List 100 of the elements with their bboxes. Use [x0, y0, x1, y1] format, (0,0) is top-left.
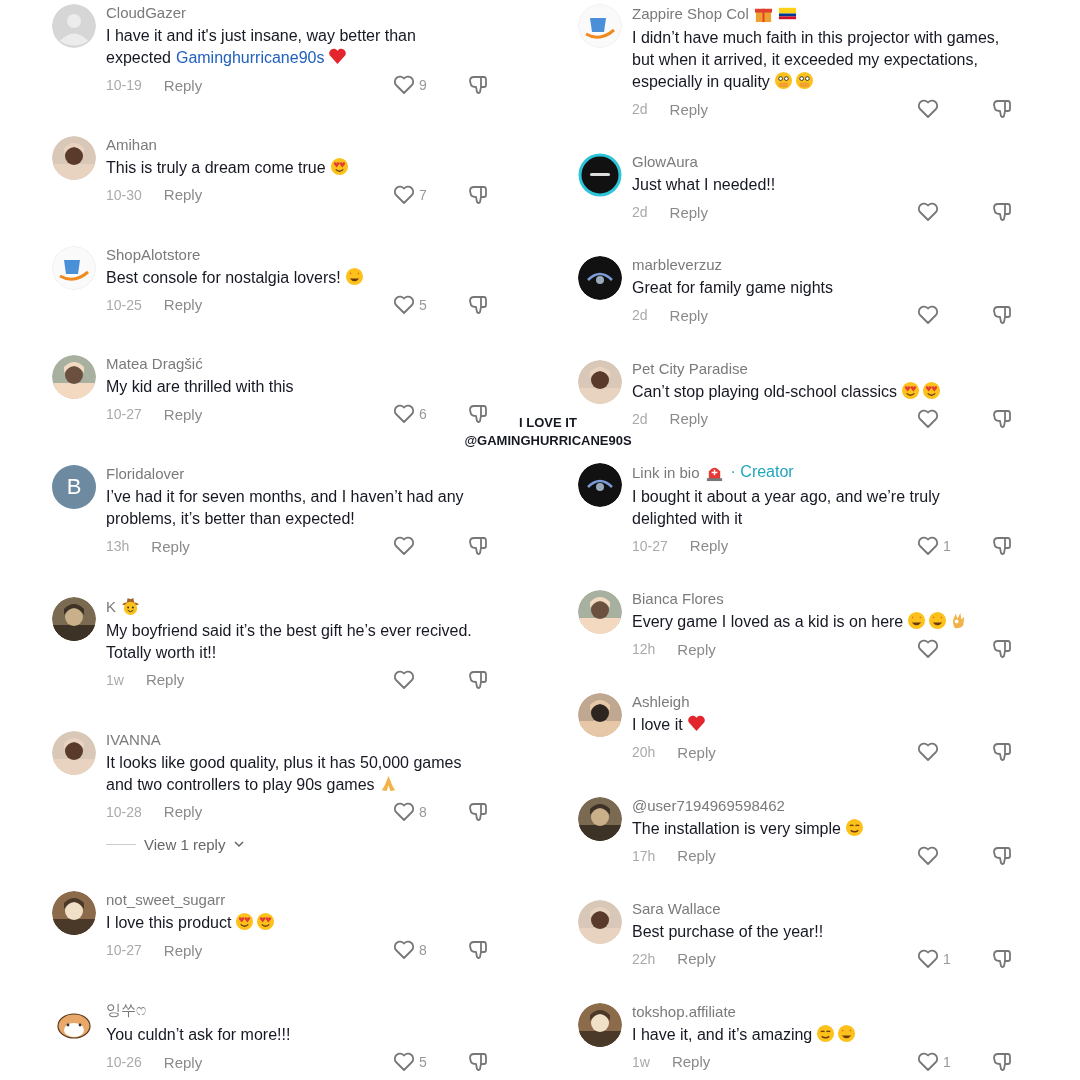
- timestamp: 1w: [106, 671, 124, 688]
- username[interactable]: @user7194969598462: [632, 796, 785, 814]
- reply-button[interactable]: Reply: [163, 405, 203, 423]
- reply-button[interactable]: Reply: [163, 941, 203, 959]
- dislike-icon[interactable]: [466, 534, 490, 558]
- reply-button[interactable]: Reply: [689, 537, 729, 555]
- heart-eyes-face-icon: [235, 912, 255, 932]
- comment-text: Great for family game nights: [632, 278, 834, 299]
- timestamp: 2d: [632, 410, 648, 427]
- like-count: 5: [419, 1054, 427, 1070]
- heart-eyes-face-icon: [256, 912, 276, 932]
- reply-button[interactable]: Reply: [669, 410, 708, 428]
- username[interactable]: tokshop.affiliate: [632, 1002, 736, 1020]
- reply-button[interactable]: Reply: [151, 537, 190, 555]
- username[interactable]: Ashleigh: [632, 693, 690, 711]
- comment-text: Every game I loved as a kid is on here: [632, 611, 1002, 634]
- dislike-icon[interactable]: [466, 73, 490, 97]
- reply-button[interactable]: Reply: [677, 743, 716, 761]
- reply-button[interactable]: Reply: [163, 1053, 203, 1071]
- timestamp: 10-27: [632, 537, 668, 554]
- username[interactable]: Bianca Flores: [632, 590, 724, 608]
- comment-text: This is truly a dream come true: [106, 156, 490, 179]
- username[interactable]: Zappire Shop Col: [632, 5, 749, 22]
- reply-button[interactable]: Reply: [669, 306, 708, 324]
- logo-icon[interactable]: [578, 462, 622, 507]
- like-count: 9: [419, 77, 427, 93]
- timestamp: 1w: [632, 1053, 650, 1070]
- avatar[interactable]: B: [52, 465, 96, 509]
- comment-text: My kid are thrilled with this: [106, 377, 295, 398]
- username[interactable]: GlowAura: [632, 153, 698, 171]
- reply-button[interactable]: Reply: [145, 671, 185, 689]
- heart-icon: [686, 714, 706, 734]
- timestamp: 20h: [632, 744, 656, 761]
- logo-icon[interactable]: [578, 256, 622, 301]
- username[interactable]: not_sweet_sugarr: [106, 891, 226, 909]
- reply-button[interactable]: Reply: [163, 186, 203, 204]
- comment-text: Just what I needed!!: [632, 175, 777, 196]
- chevron-down-icon: [233, 838, 246, 850]
- reply-button[interactable]: Reply: [677, 847, 716, 865]
- reply-button[interactable]: Reply: [669, 203, 708, 221]
- username[interactable]: marbleverzuz: [632, 256, 723, 274]
- timestamp: 10-27: [106, 406, 142, 423]
- like-count: 6: [419, 406, 427, 423]
- mention-link[interactable]: Gaminghurricane90s: [175, 49, 325, 66]
- heart-icon: [328, 47, 348, 66]
- like-count: 8: [419, 942, 427, 959]
- timestamp: 10-30: [106, 186, 142, 203]
- heart-icon[interactable]: [392, 534, 416, 558]
- heart-icon[interactable]: [916, 97, 940, 121]
- reply-button[interactable]: Reply: [163, 803, 203, 820]
- timestamp: 22h: [632, 950, 656, 967]
- reply-button[interactable]: Reply: [163, 76, 203, 94]
- caption-text: I LOVE IT: [519, 414, 577, 432]
- comment-text: Best console for nostalgia lovers!: [106, 266, 490, 289]
- reply-button[interactable]: Reply: [671, 1053, 711, 1071]
- username[interactable]: Floridalover: [106, 465, 185, 482]
- reply-button[interactable]: Reply: [669, 100, 708, 118]
- username[interactable]: Matea Dragšić: [106, 355, 203, 373]
- timestamp: 10-27: [106, 942, 142, 959]
- comment-text: Can’t stop playing old-school classics: [632, 380, 1002, 403]
- logo-icon[interactable]: [578, 153, 622, 198]
- timestamp: 10-26: [106, 1054, 142, 1070]
- timestamp: 12h: [632, 641, 656, 658]
- reply-button[interactable]: Reply: [163, 296, 203, 313]
- comment-text: I have it and it's just insane, way better than expected Gaminghurricane90s: [106, 26, 417, 68]
- username[interactable]: Amihan: [106, 135, 157, 153]
- reply-button[interactable]: Reply: [677, 640, 716, 658]
- comment-text: I bought it about a year ago, and we’re truly delighted with it: [632, 486, 941, 529]
- comment-text: It looks like good quality, plus it has 50,000 games and two controllers to play 90s games: [106, 752, 463, 795]
- reply-button[interactable]: Reply: [677, 950, 716, 968]
- username[interactable]: Pet City Paradise: [632, 359, 748, 377]
- heart-icon[interactable]: [392, 1050, 416, 1074]
- caption-text: @GAMINGHURRICANE90S: [464, 432, 632, 450]
- like-count: 5: [419, 296, 427, 313]
- comment-text: The installation is very simple: [632, 817, 1002, 840]
- creator-label: · Creator: [730, 463, 794, 482]
- like-count: 1: [943, 1053, 951, 1070]
- timestamp: 10-28: [106, 803, 142, 820]
- smiling-face-icon: [816, 1023, 836, 1043]
- timestamp: 2d: [632, 307, 648, 324]
- dislike-icon[interactable]: [990, 97, 1014, 121]
- username[interactable]: Link in bio: [632, 463, 700, 481]
- comment-text: I didn’t have much faith in this projector with games, but when it arrived, it exceeded my expectations, especially in quality: [632, 28, 1001, 92]
- username[interactable]: K: [106, 597, 116, 615]
- timestamp: 13h: [106, 538, 130, 554]
- view-replies-link[interactable]: View 1 reply: [144, 835, 226, 853]
- username[interactable]: CloudGazer: [106, 4, 187, 21]
- comment-text: I love this product: [106, 912, 490, 935]
- heart-icon[interactable]: [392, 73, 416, 97]
- dislike-icon[interactable]: [466, 1050, 490, 1074]
- username[interactable]: 잉쑤ෆ: [106, 1001, 146, 1020]
- timestamp: 2d: [632, 101, 648, 117]
- shocked-face-icon: [794, 71, 814, 90]
- comment-text: I have it, and it’s amazing: [632, 1023, 1002, 1046]
- username[interactable]: ShopAlotstore: [106, 245, 201, 263]
- comment-text: You culdn’t ask for more!!!: [106, 1025, 292, 1045]
- comment-text: I love it: [632, 714, 1002, 737]
- username[interactable]: Sara Wallace: [632, 899, 721, 917]
- timestamp: 10-25: [106, 296, 142, 313]
- username[interactable]: IVANNA: [106, 730, 161, 748]
